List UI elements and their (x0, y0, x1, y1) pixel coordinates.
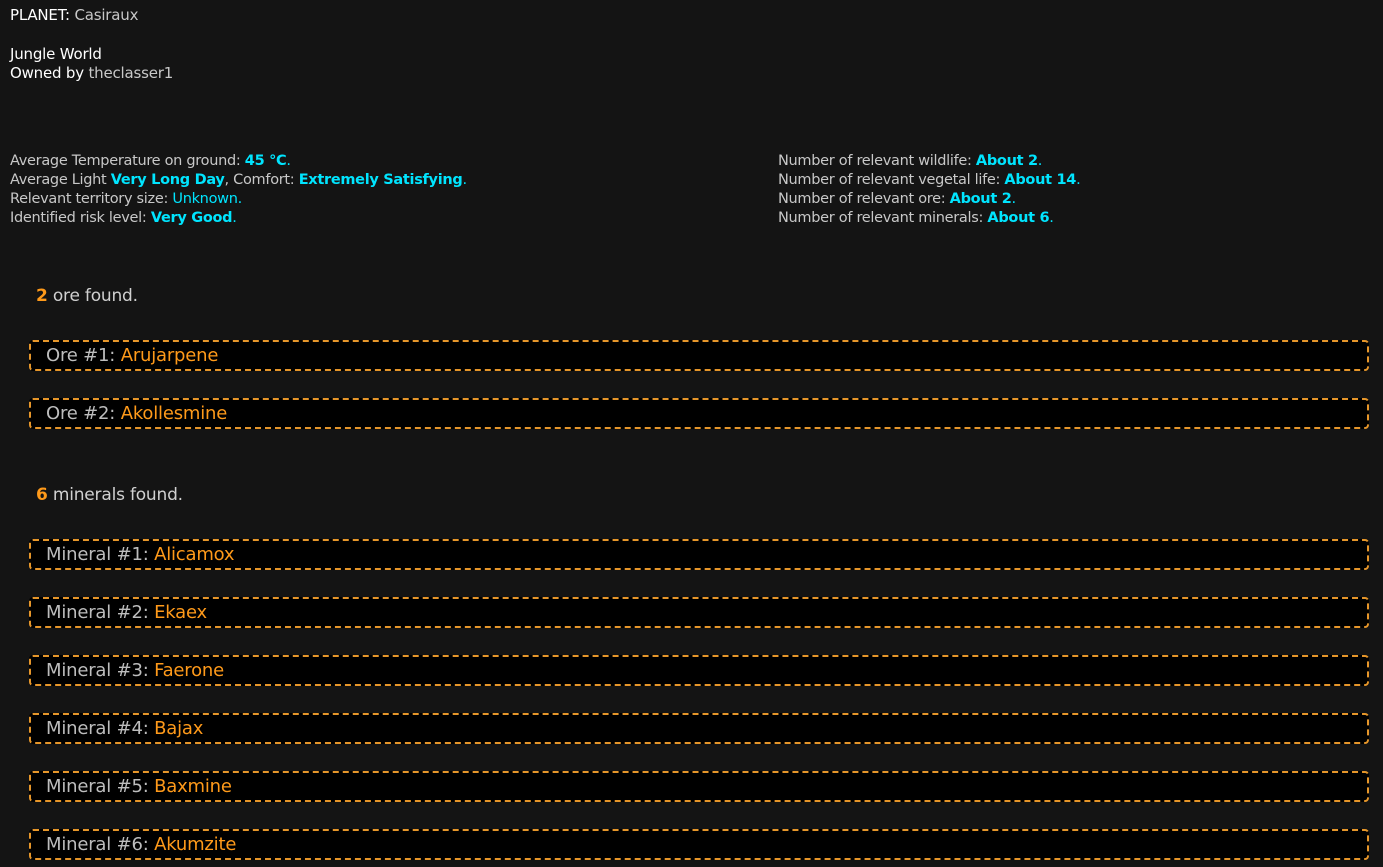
mineral-name: Alicamox (154, 544, 235, 565)
ore-name: Arujarpene (120, 345, 219, 366)
ore-item[interactable]: Ore #1: Arujarpene (29, 340, 1369, 371)
mineral-name: Baxmine (154, 776, 232, 797)
minerals-section-heading: 6 minerals found. (36, 485, 183, 505)
mineral-name: Ekaex (154, 602, 208, 623)
mineral-item[interactable]: Mineral #4: Bajax (29, 713, 1369, 744)
ore-count: 2 (36, 286, 48, 306)
mineral-item[interactable]: Mineral #3: Faerone (29, 655, 1369, 686)
planet-header: PLANET: Casiraux Jungle World Owned by t… (10, 6, 173, 83)
planet-label: PLANET: (10, 6, 70, 24)
mineral-name: Akumzite (154, 834, 237, 855)
stat-light: Average Light Very Long Day, Comfort: Ex… (10, 172, 467, 188)
planet-title-line: PLANET: Casiraux (10, 6, 173, 25)
mineral-item[interactable]: Mineral #1: Alicamox (29, 539, 1369, 570)
minerals-count: 6 (36, 485, 48, 505)
owner-label: Owned by (10, 64, 84, 82)
stat-temperature: Average Temperature on ground: 45 °C. (10, 153, 291, 169)
stat-territory: Relevant territory size: Unknown. (10, 191, 242, 207)
stats-right: Number of relevant wildlife: About 2. Nu… (778, 152, 1081, 228)
ore-item[interactable]: Ore #2: Akollesmine (29, 398, 1369, 429)
planet-type: Jungle World (10, 45, 102, 63)
stats-left: Average Temperature on ground: 45 °C. Av… (10, 152, 467, 228)
mineral-name: Faerone (154, 660, 224, 681)
mineral-item[interactable]: Mineral #2: Ekaex (29, 597, 1369, 628)
stat-vegetal: Number of relevant vegetal life: About 1… (778, 172, 1081, 188)
mineral-item[interactable]: Mineral #5: Baxmine (29, 771, 1369, 802)
ore-section-heading: 2 ore found. (36, 286, 138, 306)
stat-minerals: Number of relevant minerals: About 6. (778, 210, 1054, 226)
planet-name: Casiraux (74, 6, 139, 24)
owner-name[interactable]: theclasser1 (88, 64, 173, 82)
planet-page: PLANET: Casiraux Jungle World Owned by t… (0, 0, 1383, 867)
mineral-name: Bajax (154, 718, 204, 739)
stat-ore: Number of relevant ore: About 2. (778, 191, 1016, 207)
mineral-item[interactable]: Mineral #6: Akumzite (29, 829, 1369, 860)
stat-risk: Identified risk level: Very Good. (10, 210, 237, 226)
stat-wildlife: Number of relevant wildlife: About 2. (778, 153, 1043, 169)
ore-name: Akollesmine (120, 403, 228, 424)
planet-owner-line: Owned by theclasser1 (10, 64, 173, 83)
